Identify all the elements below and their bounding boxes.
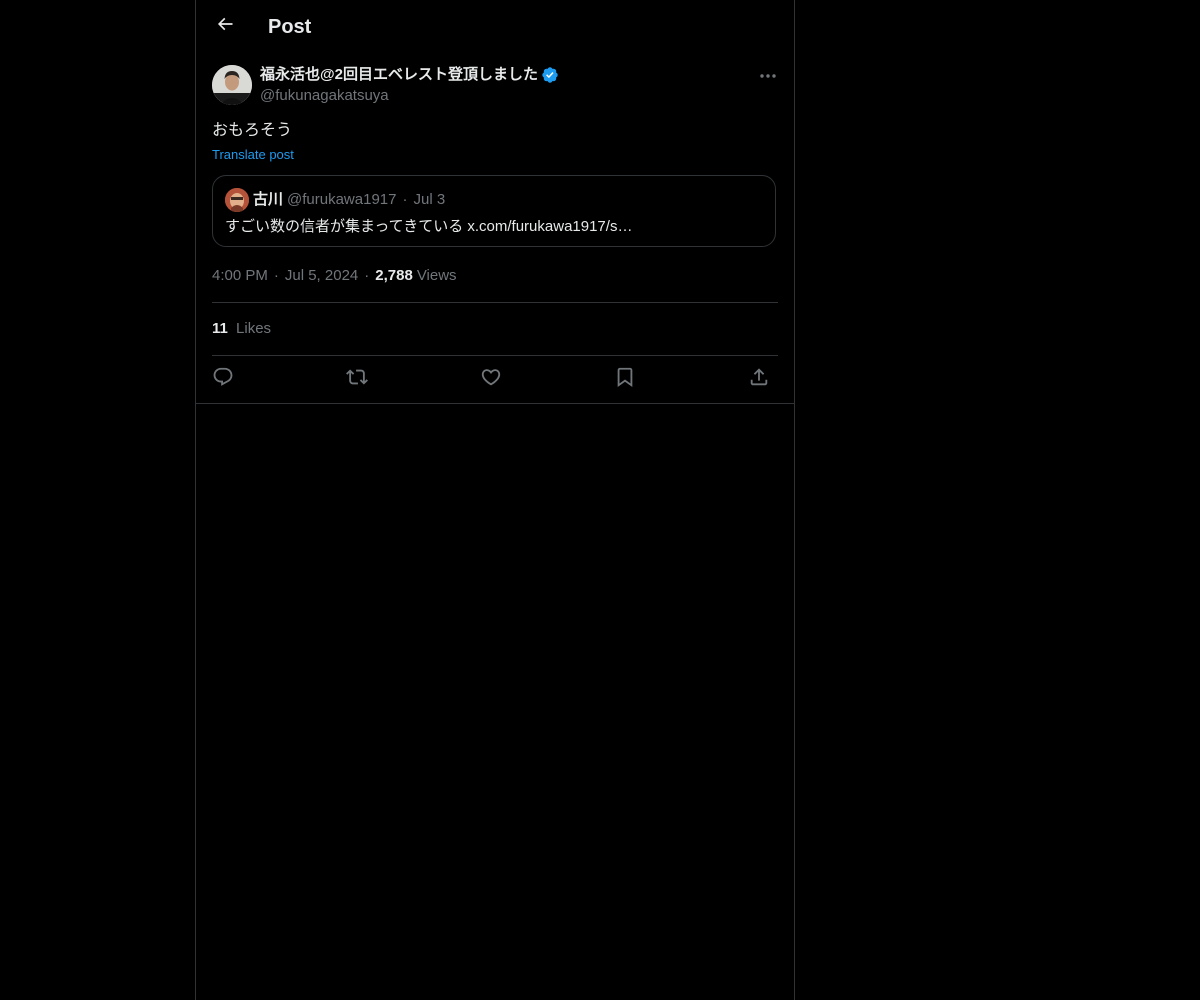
bookmark-icon <box>614 366 636 393</box>
repost-icon <box>346 366 368 393</box>
page-title: Post <box>268 16 312 38</box>
translate-post-link[interactable]: Translate post <box>212 146 294 164</box>
reply-button[interactable] <box>208 365 238 393</box>
bookmark-button[interactable] <box>610 365 640 393</box>
action-bar <box>212 365 778 393</box>
likes-label: Likes <box>236 320 272 337</box>
heart-icon <box>480 366 502 393</box>
quote-author-avatar <box>225 188 249 212</box>
top-bar: Post <box>196 0 794 53</box>
post-column: Post 福永活也@2回目エベレスト登頂しました @fukunagakatsuy… <box>195 0 795 1000</box>
quote-date: Jul 3 <box>413 191 446 208</box>
post-text: おもろそう <box>212 122 293 139</box>
views-count: 2,788 <box>375 267 413 284</box>
author-handle[interactable]: @fukunagakatsuya <box>260 86 389 106</box>
separator-dot: · <box>402 191 408 208</box>
likes-count: 11 <box>212 320 228 337</box>
separator-dot: · <box>364 267 370 284</box>
quoted-post-card[interactable]: 古川 @furukawa1917 · Jul 3 すごい数の信者が集まってきてい… <box>212 175 776 247</box>
reply-icon <box>212 366 234 393</box>
quote-author-name: 古川 <box>253 191 284 208</box>
like-button[interactable] <box>476 365 506 393</box>
more-horizontal-icon <box>759 66 777 84</box>
author-name-row[interactable]: 福永活也@2回目エベレスト登頂しました <box>260 64 559 86</box>
back-button[interactable] <box>208 9 242 43</box>
author-avatar[interactable] <box>212 65 252 105</box>
arrow-left-icon <box>215 14 235 39</box>
quote-author-handle: @furukawa1917 <box>287 191 397 208</box>
divider <box>212 355 778 356</box>
post-meta: 4:00 PM · Jul 5, 2024 · 2,788 Views <box>212 266 457 286</box>
author-name[interactable]: 福永活也@2回目エベレスト登頂しました <box>260 65 538 85</box>
more-options-button[interactable] <box>754 64 782 86</box>
share-button[interactable] <box>744 365 774 393</box>
verified-badge-icon <box>541 66 559 84</box>
quote-text: すごい数の信者が集まってきている x.com/furukawa1917/s… <box>225 218 633 235</box>
post-time[interactable]: 4:00 PM <box>212 266 268 286</box>
separator-dot: · <box>273 267 279 284</box>
repost-button[interactable] <box>342 365 372 393</box>
quote-header: 古川 @furukawa1917 · Jul 3 <box>253 189 445 211</box>
post-date[interactable]: Jul 5, 2024 <box>285 266 358 286</box>
divider <box>196 403 794 404</box>
views-label: Views <box>416 267 457 284</box>
divider <box>212 302 778 303</box>
likes-summary[interactable]: 11 Likes <box>212 319 271 339</box>
share-icon <box>748 366 770 393</box>
